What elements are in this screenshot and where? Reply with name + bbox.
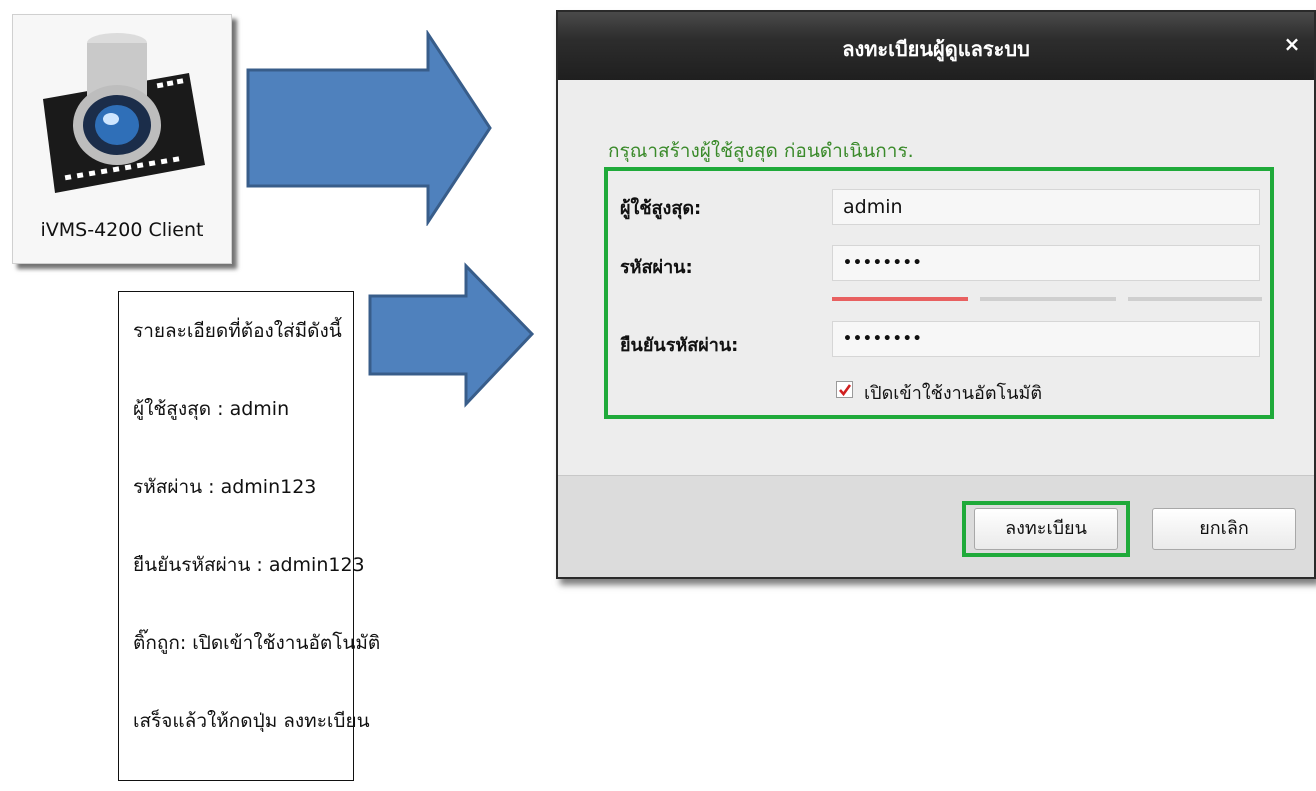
cancel-button[interactable]: ยกเลิก bbox=[1152, 508, 1296, 550]
instruction-line: ติ๊กถูก: เปิดเข้าใช้งานอัตโนมัติ bbox=[133, 632, 381, 654]
instruction-line: รายละเอียดที่ต้องใส่มีดังนี้ bbox=[133, 320, 342, 342]
instruction-line: ผู้ใช้สูงสุด : admin bbox=[133, 398, 290, 420]
auto-login-label: เปิดเข้าใช้งานอัตโนมัติ bbox=[864, 383, 1043, 404]
confirm-password-input[interactable]: •••••••• bbox=[832, 321, 1260, 357]
camera-film-icon bbox=[43, 33, 205, 193]
password-input[interactable]: •••••••• bbox=[832, 245, 1260, 281]
ivms-app-shortcut[interactable]: iVMS-4200 Client bbox=[12, 14, 232, 264]
app-icon-label: iVMS-4200 Client bbox=[40, 219, 204, 241]
close-icon[interactable]: × bbox=[1282, 34, 1302, 54]
dialog-titlebar: ลงทะเบียนผู้ดูแลระบบ × bbox=[558, 12, 1314, 80]
instruction-line: ยืนยันรหัสผ่าน : admin123 bbox=[133, 554, 365, 576]
dialog-body: กรุณาสร้างผู้ใช้สูงสุด ก่อนดำเนินการ. ผู… bbox=[558, 80, 1314, 475]
arrow-right-icon bbox=[368, 262, 535, 408]
super-user-label: ผู้ใช้สูงสุด: bbox=[620, 198, 702, 219]
password-strength-bar bbox=[980, 297, 1116, 301]
checkmark-icon bbox=[839, 384, 852, 397]
instruction-line: รหัสผ่าน : admin123 bbox=[133, 476, 317, 498]
auto-login-checkbox[interactable] bbox=[836, 381, 853, 398]
dialog-footer: ลงทะเบียน ยกเลิก bbox=[558, 475, 1314, 577]
password-strength-bar bbox=[832, 297, 968, 301]
admin-registration-dialog: ลงทะเบียนผู้ดูแลระบบ × กรุณาสร้างผู้ใช้ส… bbox=[556, 10, 1316, 579]
instruction-line: เสร็จแล้วให้กดปุ่ม ลงทะเบียน bbox=[133, 710, 370, 732]
dialog-title: ลงทะเบียนผู้ดูแลระบบ bbox=[842, 37, 1030, 61]
register-button[interactable]: ลงทะเบียน bbox=[974, 508, 1118, 550]
super-user-input[interactable]: admin bbox=[832, 189, 1260, 225]
instructions-box: รายละเอียดที่ต้องใส่มีดังนี้ ผู้ใช้สูงสุ… bbox=[118, 291, 380, 781]
password-label: รหัสผ่าน: bbox=[620, 257, 693, 278]
arrow-right-icon bbox=[246, 30, 492, 226]
hint-text: กรุณาสร้างผู้ใช้สูงสุด ก่อนดำเนินการ. bbox=[608, 140, 914, 162]
confirm-password-label: ยืนยันรหัสผ่าน: bbox=[620, 335, 739, 356]
password-strength-bar bbox=[1128, 297, 1262, 301]
